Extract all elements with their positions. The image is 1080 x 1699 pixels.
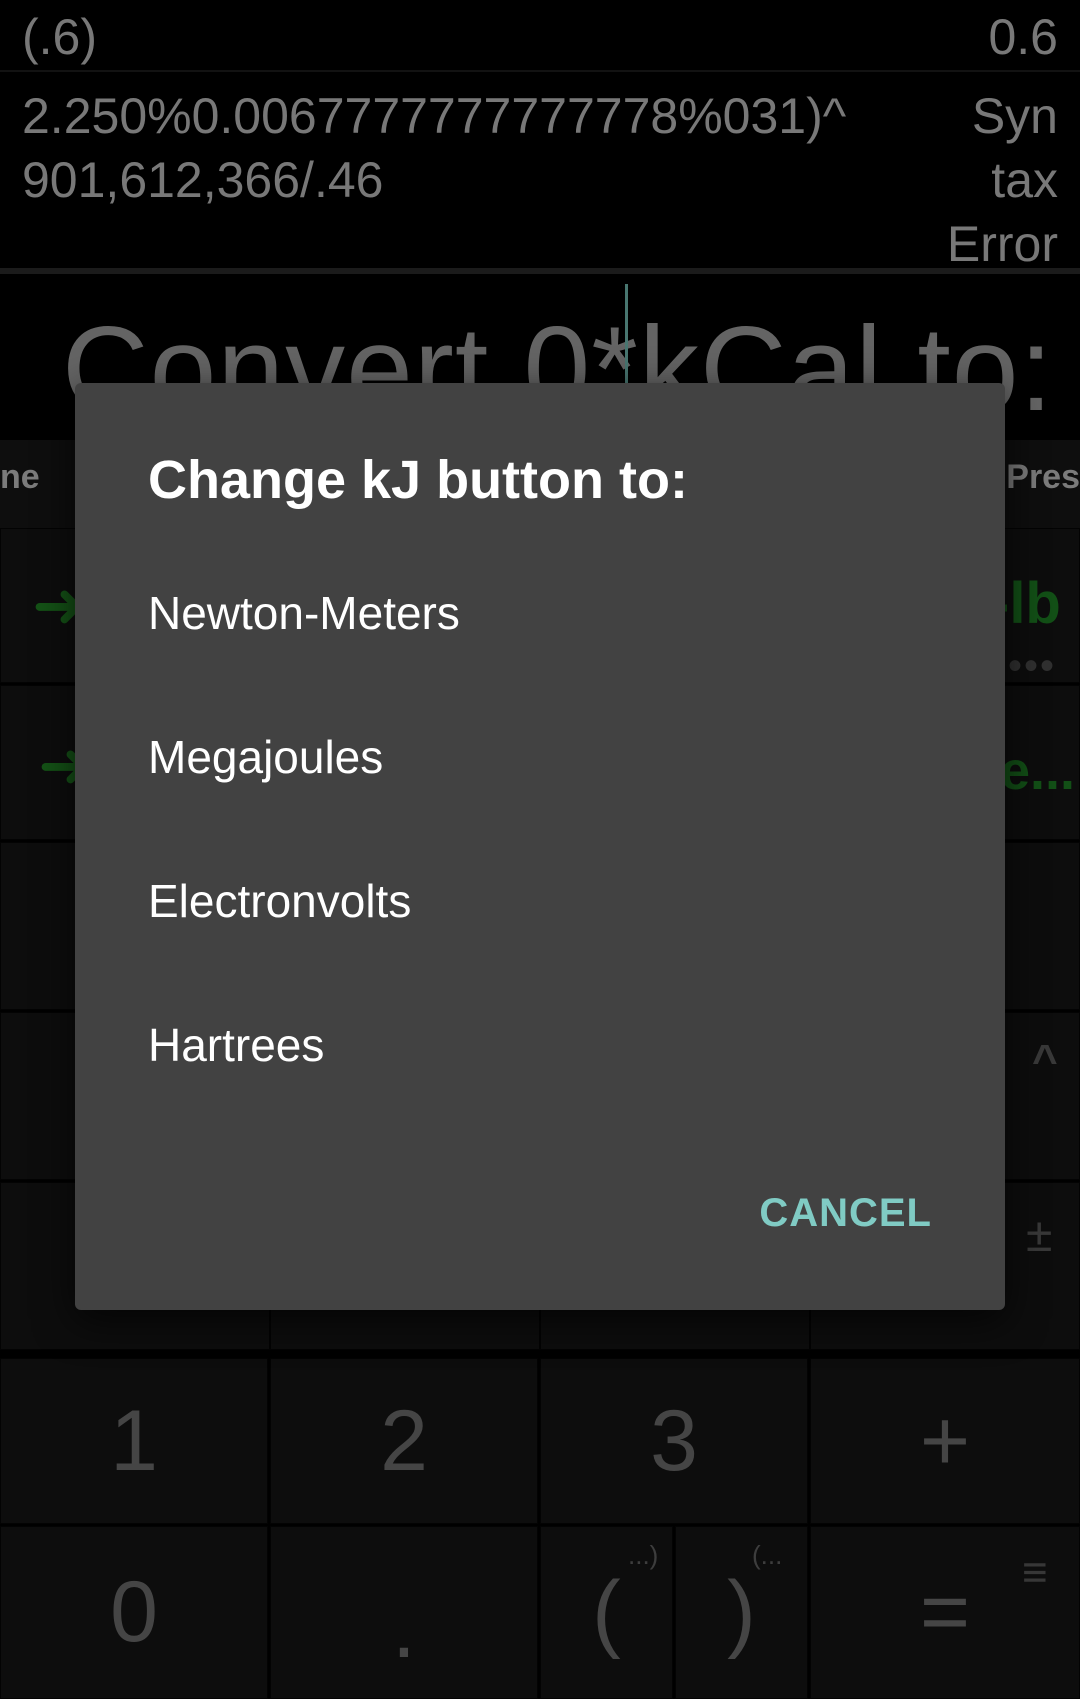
option-megajoules[interactable]: Megajoules: [75, 685, 1005, 829]
option-hartrees[interactable]: Hartrees: [75, 973, 1005, 1117]
option-newton-meters[interactable]: Newton-Meters: [75, 541, 1005, 685]
cancel-button[interactable]: CANCEL: [759, 1191, 932, 1236]
dialog-title: Change kJ button to:: [148, 450, 688, 510]
option-electronvolts[interactable]: Electronvolts: [75, 829, 1005, 973]
change-button-dialog: Change kJ button to: Newton-Meters Megaj…: [75, 383, 1005, 1310]
